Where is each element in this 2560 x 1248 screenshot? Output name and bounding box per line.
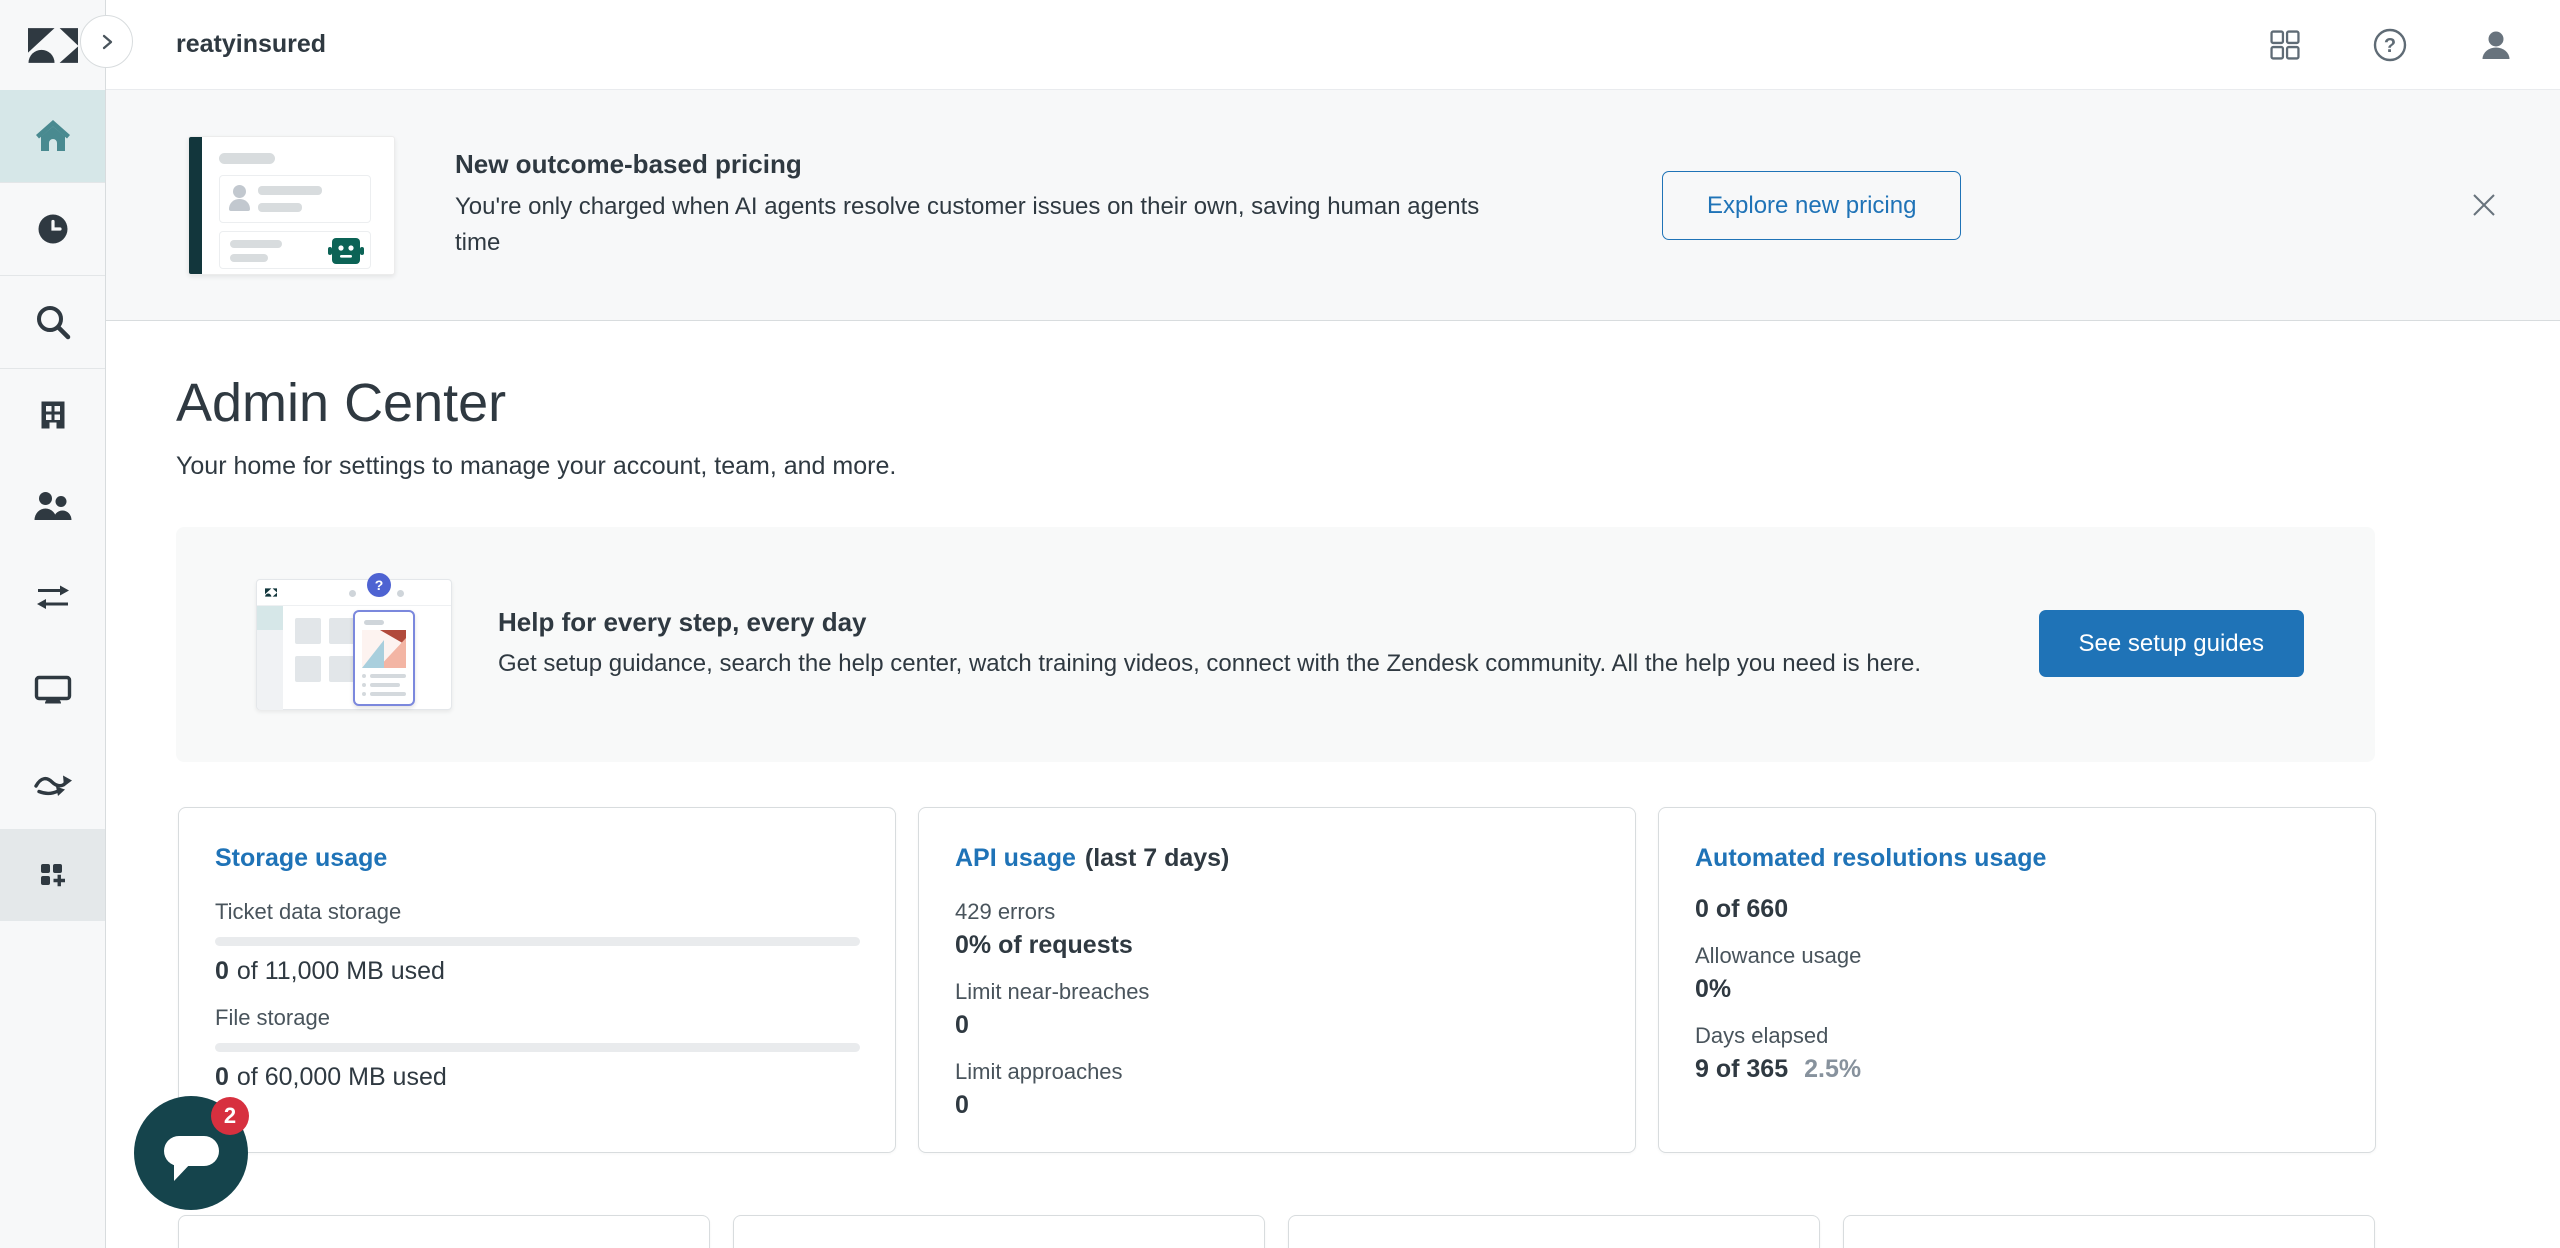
usage-cards-row: Storage usage Ticket data storage 0of 11… xyxy=(178,807,2376,1153)
sidebar-item-objects-rules[interactable] xyxy=(0,737,105,829)
apps-plus-icon xyxy=(31,853,75,897)
metric-label: Ticket data storage xyxy=(215,899,859,925)
sidebar xyxy=(0,0,106,1248)
metric-value: 0of 60,000 MB used xyxy=(215,1063,859,1092)
pricing-banner-illustration xyxy=(188,136,395,275)
user-avatar-icon xyxy=(2480,29,2512,61)
metric-label: File storage xyxy=(215,1005,859,1031)
zendesk-logo-icon xyxy=(28,28,78,63)
metric-label: 429 errors xyxy=(955,899,1599,925)
automated-resolutions-link[interactable]: Automated resolutions usage xyxy=(1695,844,2046,873)
storage-usage-link[interactable]: Storage usage xyxy=(215,844,387,873)
chevron-right-icon xyxy=(98,33,116,51)
setup-guides-title: Help for every step, every day xyxy=(498,607,1998,638)
question-badge-icon: ? xyxy=(367,573,391,597)
grid-icon xyxy=(2270,30,2300,60)
storage-usage-card: Storage usage Ticket data storage 0of 11… xyxy=(178,807,896,1153)
sidebar-item-apps-integrations[interactable] xyxy=(0,829,105,921)
explore-new-pricing-button[interactable]: Explore new pricing xyxy=(1662,171,1961,240)
app-switcher-button[interactable] xyxy=(2270,30,2300,60)
sidebar-item-search[interactable] xyxy=(0,276,105,368)
sidebar-expand-button[interactable] xyxy=(80,15,133,68)
sidebar-item-channels[interactable] xyxy=(0,553,105,645)
search-icon xyxy=(32,301,74,343)
see-setup-guides-button[interactable]: See setup guides xyxy=(2039,610,2304,677)
home-icon xyxy=(32,115,74,157)
metric-label: Allowance usage xyxy=(1695,943,2339,969)
swap-arrows-icon xyxy=(31,577,75,621)
ticket-storage-progress-bar xyxy=(215,937,860,946)
pricing-banner-body: You're only charged when AI agents resol… xyxy=(455,189,1515,261)
admin-center-app: reatyinsured ? xyxy=(0,0,2560,1248)
api-usage-link[interactable]: API usage xyxy=(955,844,1076,873)
metric-value: 0of 11,000 MB used xyxy=(215,957,859,986)
sidebar-item-people[interactable] xyxy=(0,461,105,553)
setup-guides-illustration: ? xyxy=(256,579,452,710)
setup-guides-text: Help for every step, every day Get setup… xyxy=(498,607,1998,682)
profile-button[interactable] xyxy=(2480,29,2512,61)
partial-card xyxy=(1843,1215,2375,1248)
mini-zendesk-logo-icon xyxy=(265,588,277,597)
help-button[interactable]: ? xyxy=(2372,27,2408,63)
monitor-icon xyxy=(31,669,75,713)
chat-widget-launcher[interactable]: 2 xyxy=(134,1096,248,1210)
metric-label: Limit approaches xyxy=(955,1059,1599,1085)
sidebar-item-account[interactable] xyxy=(0,369,105,461)
partial-card xyxy=(1288,1215,1820,1248)
metric-value: 0% xyxy=(1695,975,2339,1004)
metric-value: 0% of requests xyxy=(955,931,1599,960)
api-usage-period: (last 7 days) xyxy=(1085,844,1230,873)
main-content: Admin Center Your home for settings to m… xyxy=(106,322,2560,1248)
sidebar-item-recently-viewed[interactable] xyxy=(0,183,105,275)
account-name: reatyinsured xyxy=(176,30,326,59)
sidebar-item-workspaces[interactable] xyxy=(0,645,105,737)
close-icon xyxy=(2470,191,2498,219)
api-usage-card: API usage (last 7 days) 429 errors 0% of … xyxy=(918,807,1636,1153)
clock-icon xyxy=(32,208,74,250)
sidebar-item-home[interactable] xyxy=(0,90,105,182)
svg-text:?: ? xyxy=(2384,35,2396,57)
people-icon xyxy=(31,485,75,529)
setup-card-art xyxy=(362,630,406,668)
banner-close-button[interactable] xyxy=(2470,191,2498,219)
file-storage-progress-bar xyxy=(215,1043,860,1052)
header-actions: ? xyxy=(2270,27,2512,63)
setup-guides-panel: ? Help for every step, every day Get set… xyxy=(176,527,2375,762)
metric-label: Limit near-breaches xyxy=(955,979,1599,1005)
chat-unread-badge: 2 xyxy=(211,1097,249,1135)
metric-value: 0 xyxy=(955,1011,1599,1040)
help-icon: ? xyxy=(2372,27,2408,63)
robot-icon xyxy=(328,236,364,266)
pricing-banner: New outcome-based pricing You're only ch… xyxy=(106,90,2560,321)
bottom-cards-row xyxy=(178,1215,2375,1248)
metric-value: 0 of 660 xyxy=(1695,895,2339,924)
top-header: reatyinsured ? xyxy=(106,0,2560,90)
building-icon xyxy=(32,394,74,436)
page-subtitle: Your home for settings to manage your ac… xyxy=(176,452,896,481)
metric-value: 9 of 3652.5% xyxy=(1695,1055,2339,1084)
metric-value: 0 xyxy=(955,1091,1599,1120)
pricing-banner-text: New outcome-based pricing You're only ch… xyxy=(455,149,1515,261)
automated-resolutions-card: Automated resolutions usage 0 of 660 All… xyxy=(1658,807,2376,1153)
pricing-banner-title: New outcome-based pricing xyxy=(455,149,1515,180)
flow-icon xyxy=(31,761,75,805)
metric-label: Days elapsed xyxy=(1695,1023,2339,1049)
partial-card xyxy=(178,1215,710,1248)
page-title: Admin Center xyxy=(176,372,506,434)
partial-card xyxy=(733,1215,1265,1248)
setup-guides-body: Get setup guidance, search the help cent… xyxy=(498,646,1998,682)
